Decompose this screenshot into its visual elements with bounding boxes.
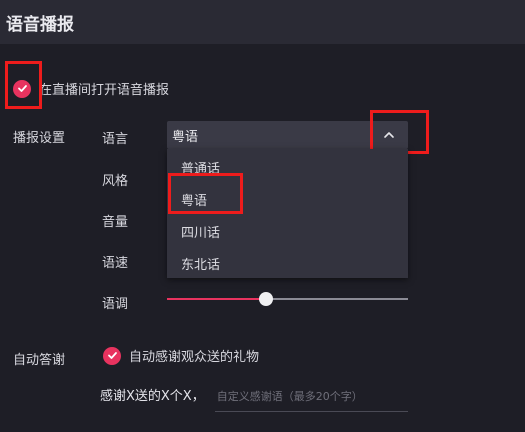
style-label: 风格 (102, 174, 129, 189)
highlight-enable-checkbox (5, 61, 42, 109)
language-option-sichuanese[interactable]: 四川话 (181, 222, 220, 241)
thanks-message-prefix: 感谢X送的X个X， (100, 389, 205, 404)
enable-voice-label: 在直播间打开语音播报 (39, 83, 170, 98)
language-option-northeastern[interactable]: 东北话 (181, 254, 220, 273)
check-icon (107, 352, 117, 359)
auto-thanks-checkbox-label: 自动感谢观众送的礼物 (129, 350, 260, 365)
thanks-message-row: 感谢X送的X个X， (100, 385, 408, 412)
header-bar: 语音播报 (0, 0, 525, 44)
pitch-slider-fill (167, 298, 266, 300)
broadcast-settings-label: 播报设置 (13, 131, 66, 146)
auto-thanks-checkbox-row[interactable]: 自动感谢观众送的礼物 (103, 346, 259, 365)
speed-label: 语速 (102, 256, 129, 271)
auto-thanks-label: 自动答谢 (13, 353, 66, 368)
pitch-slider[interactable] (167, 292, 408, 306)
custom-thanks-input[interactable] (214, 388, 408, 412)
auto-thanks-checkbox[interactable] (103, 346, 121, 365)
highlight-cantonese-option (168, 173, 243, 214)
volume-label: 音量 (102, 215, 129, 230)
language-label: 语言 (102, 132, 129, 147)
page-title: 语音播报 (6, 14, 74, 35)
highlight-dropdown-toggle (370, 110, 429, 154)
pitch-slider-handle[interactable] (258, 292, 273, 306)
pitch-label: 语调 (102, 297, 129, 312)
language-select-value: 粤语 (172, 129, 199, 145)
